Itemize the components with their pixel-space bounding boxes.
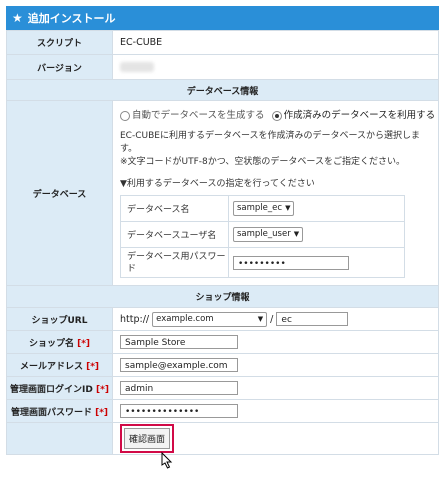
shop-url-label: ショップURL	[6, 307, 113, 331]
admin-password-label: 管理画面パスワード [*]	[6, 399, 113, 423]
db-note-line2: ※文字コードがUTF-8かつ、空状態のデータベースをご指定ください。	[120, 157, 405, 167]
panel-title: 追加インストール	[27, 12, 116, 25]
chevron-down-icon: ▼	[293, 230, 300, 238]
star-icon: ★	[12, 11, 23, 25]
version-value-blurred	[120, 62, 154, 72]
shop-name-label: ショップ名 [*]	[6, 330, 113, 354]
admin-login-field[interactable]: admin	[120, 381, 238, 395]
mouse-pointer-icon	[161, 451, 173, 469]
email-label: メールアドレス [*]	[6, 353, 113, 377]
script-value: EC-CUBE	[112, 30, 439, 55]
required-mark: [*]	[96, 384, 109, 395]
db-password-label: データベース用パスワード	[120, 247, 229, 278]
version-label: バージョン	[6, 54, 113, 80]
shop-url-path-field[interactable]: ec	[276, 312, 349, 326]
db-name-select[interactable]: sample_ec ▼	[233, 201, 295, 216]
db-auto-radio[interactable]	[120, 110, 130, 121]
chevron-down-icon: ▼	[257, 314, 264, 323]
required-mark: [*]	[95, 407, 109, 418]
shop-section-title: ショップ情報	[6, 285, 439, 308]
db-user-label: データベースユーザ名	[120, 221, 229, 248]
admin-login-label: 管理画面ログインID [*]	[6, 376, 113, 400]
db-name-label: データベース名	[120, 195, 229, 222]
email-field[interactable]: sample@example.com	[120, 358, 238, 372]
install-form-table: スクリプト EC-CUBE バージョン データベース情報 データベース 自動でデ…	[6, 30, 439, 455]
db-existing-radio[interactable]	[271, 110, 282, 121]
action-label-cell	[6, 422, 113, 455]
db-label: データベース	[6, 100, 113, 286]
shop-url-prefix: http://	[120, 313, 150, 325]
confirm-button[interactable]: 確認画面	[120, 424, 175, 453]
admin-password-field[interactable]: ••••••••••••••	[120, 404, 238, 418]
required-mark: [*]	[86, 361, 100, 372]
db-section-title: データベース情報	[6, 79, 439, 101]
panel-header: ★ 追加インストール	[6, 6, 439, 30]
install-panel: ★ 追加インストール スクリプト EC-CUBE バージョン データベース情報 …	[6, 6, 439, 455]
required-mark: [*]	[77, 338, 91, 349]
chevron-down-icon: ▼	[285, 204, 291, 212]
db-user-select[interactable]: sample_user ▼	[233, 227, 304, 242]
shop-name-field[interactable]: Sample Store	[120, 335, 238, 349]
db-auto-label[interactable]: 自動でデータベースを生成する	[132, 110, 265, 121]
db-settings-table: データベース名 sample_ec ▼ データベースユーザ名 sample_use…	[120, 195, 405, 278]
script-label: スクリプト	[6, 30, 113, 55]
db-password-field[interactable]: •••••••••	[233, 255, 349, 270]
shop-url-slash: /	[270, 313, 274, 325]
db-note-line1: EC-CUBEに利用するデータベースを作成済みのデータベースから選択します。	[120, 131, 421, 154]
db-existing-label[interactable]: 作成済みのデータベースを利用する	[284, 110, 436, 121]
db-subheading: ▼利用するデータベースの指定を行ってください	[120, 179, 315, 189]
shop-url-domain-select[interactable]: example.com ▼	[152, 311, 268, 327]
